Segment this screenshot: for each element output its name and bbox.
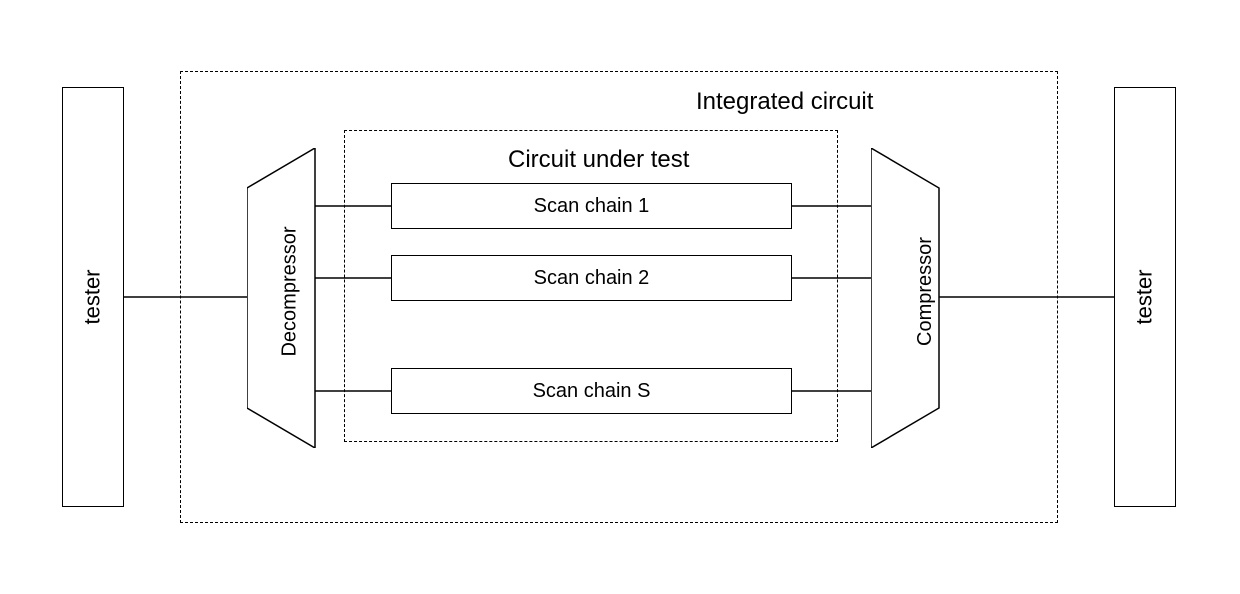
scan-chain-2-box: Scan chain 2 [391,255,792,301]
compressor-label: Compressor [914,237,937,346]
scan-chain-1-box: Scan chain 1 [391,183,792,229]
scan-chain-s-box: Scan chain S [391,368,792,414]
tester-left-label: tester [80,269,106,324]
tester-right-label: tester [1132,269,1158,324]
circuit-under-test-label: Circuit under test [508,146,689,174]
scan-chain-1-label: Scan chain 1 [534,195,650,218]
scan-chain-s-label: Scan chain S [533,380,651,403]
tester-right-box: tester [1114,87,1176,507]
decompressor-label: Decompressor [279,226,302,356]
scan-chain-2-label: Scan chain 2 [534,267,650,290]
integrated-circuit-label: Integrated circuit [696,88,873,116]
diagram-container: tester tester Integrated circuit Circuit… [0,0,1240,594]
tester-left-box: tester [62,87,124,507]
